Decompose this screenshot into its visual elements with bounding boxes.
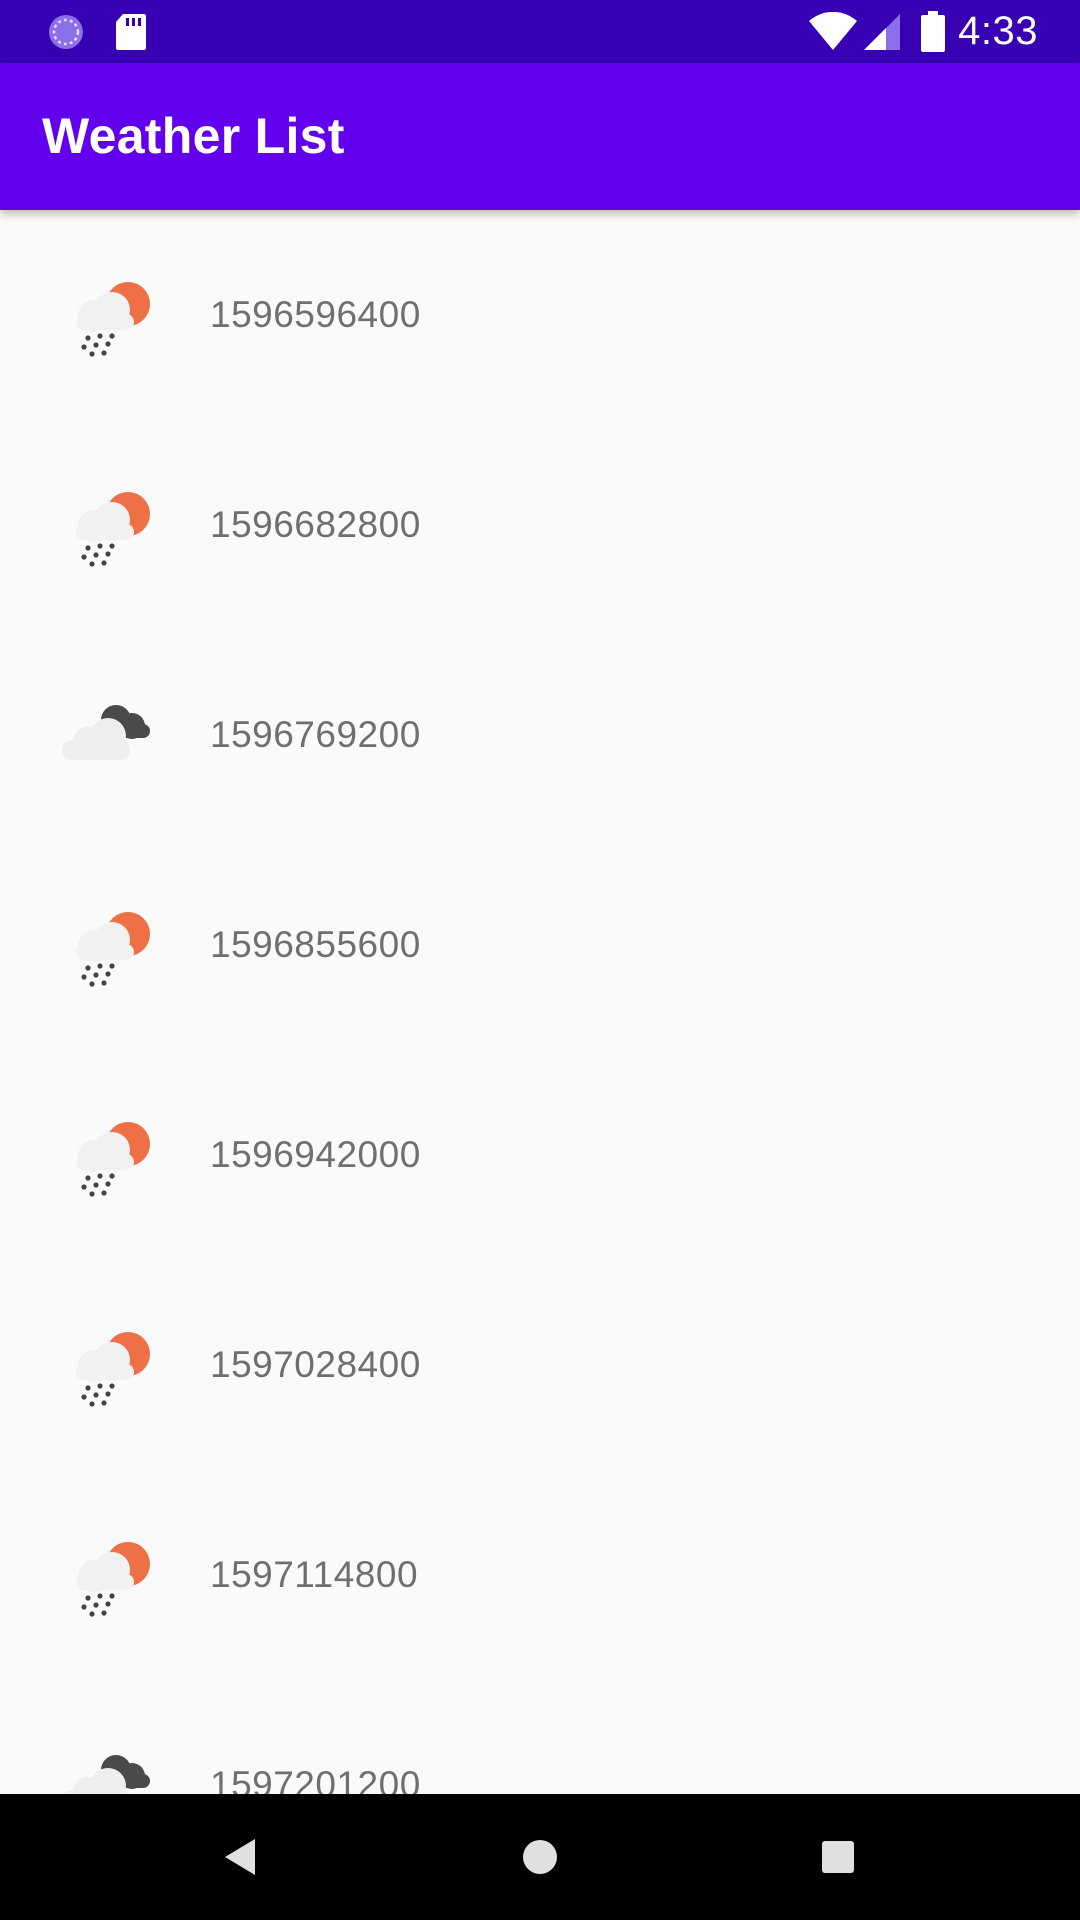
sd-card-icon <box>115 0 147 63</box>
rain-sun-icon <box>58 1110 158 1200</box>
list-item-text: 1597114800 <box>210 1554 419 1595</box>
list-item-text: 1596769200 <box>210 714 421 755</box>
list-item[interactable]: 1596855600 <box>0 840 1080 1050</box>
list-item-text: 1596942000 <box>210 1134 421 1175</box>
page-title: Weather List <box>42 108 345 164</box>
status-time: 4:33 <box>958 9 1038 53</box>
rain-sun-icon <box>58 270 158 360</box>
rain-sun-icon <box>58 1530 158 1620</box>
weather-list[interactable]: 1596596400 1596682800 1596769200 1596855600… <box>0 210 1080 1794</box>
screen: 4:33 Weather List 1596596400 1596682800 15… <box>0 0 1080 1920</box>
navigation-bar <box>0 1794 1080 1920</box>
home-icon[interactable] <box>477 1794 603 1920</box>
list-item-text: 1596682800 <box>210 504 421 545</box>
status-bar: 4:33 <box>0 0 1080 63</box>
list-item[interactable]: 1597114800 <box>0 1470 1080 1680</box>
app-bar: Weather List <box>0 63 1080 210</box>
list-item-text: 1596855600 <box>210 924 421 965</box>
dark-clouds-icon <box>58 1740 158 1794</box>
rain-sun-icon <box>58 900 158 990</box>
rain-sun-icon <box>58 480 158 570</box>
list-item[interactable]: 1597201200 <box>0 1680 1080 1794</box>
list-item-text: 1597028400 <box>210 1344 421 1385</box>
recents-icon[interactable] <box>775 1794 901 1920</box>
dark-clouds-icon <box>58 690 158 780</box>
list-item[interactable]: 1596942000 <box>0 1050 1080 1260</box>
list-item-text: 1596596400 <box>210 294 421 335</box>
list-item[interactable]: 1597028400 <box>0 1260 1080 1470</box>
list-item[interactable]: 1596682800 <box>0 420 1080 630</box>
sync-icon <box>46 0 86 63</box>
rain-sun-icon <box>58 1320 158 1410</box>
list-item-text: 1597201200 <box>210 1764 421 1794</box>
battery-icon <box>920 0 946 63</box>
back-icon[interactable] <box>178 1794 304 1920</box>
wifi-icon <box>808 0 858 63</box>
list-item[interactable]: 1596769200 <box>0 630 1080 840</box>
cell-signal-icon <box>862 0 902 63</box>
list-item[interactable]: 1596596400 <box>0 210 1080 420</box>
